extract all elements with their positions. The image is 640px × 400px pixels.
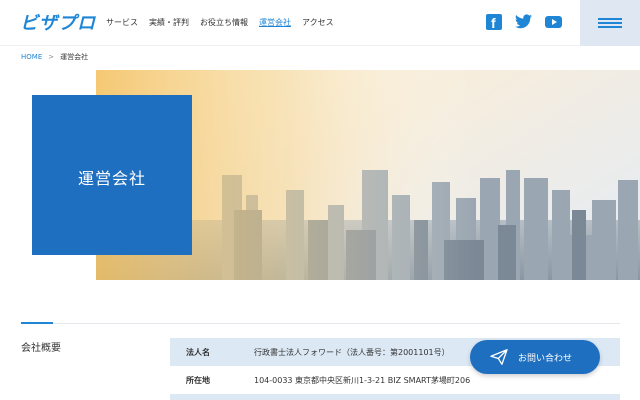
section-title: 会社概要 [21, 343, 61, 354]
section-accent-line [21, 322, 53, 324]
breadcrumb-separator: > [48, 53, 55, 61]
breadcrumb-home-link[interactable]: HOME [21, 53, 42, 61]
nav-item-access[interactable]: アクセス [302, 17, 334, 28]
row-label: 所在地 [186, 375, 210, 385]
site-logo[interactable]: ビザプロ [20, 9, 96, 35]
hero-title-box: 運営会社 [32, 95, 192, 255]
contact-button[interactable]: お問い合わせ [470, 340, 600, 374]
youtube-icon[interactable] [545, 16, 562, 28]
nav-item-company[interactable]: 運営会社 [259, 17, 291, 28]
paper-plane-icon [490, 349, 508, 365]
table-row [170, 394, 620, 400]
nav-item-services[interactable]: サービス [106, 17, 138, 28]
nav-item-results[interactable]: 実績・評判 [149, 17, 189, 28]
contact-button-label: お問い合わせ [518, 354, 573, 364]
breadcrumb: HOME > 運営会社 [21, 52, 88, 62]
row-value: 行政書士法人フォワード（法人番号：第2001101号） [254, 347, 450, 357]
breadcrumb-current: 運営会社 [60, 53, 89, 61]
site-header: ビザプロ サービス 実績・評判 お役立ち情報 運営会社 アクセス f [0, 0, 640, 46]
row-label: 法人名 [186, 347, 210, 357]
hamburger-menu-button[interactable] [580, 0, 640, 46]
twitter-icon[interactable] [515, 14, 532, 29]
row-value: 104-0033 東京都中央区新川1-3-21 BIZ SMART茅場町206 [254, 375, 471, 385]
main-nav: サービス 実績・評判 お役立ち情報 運営会社 アクセス [106, 17, 334, 28]
page-title: 運営会社 [77, 169, 146, 188]
section-divider [53, 323, 620, 324]
facebook-icon[interactable]: f [486, 14, 502, 31]
nav-item-useful-info[interactable]: お役立ち情報 [200, 17, 248, 28]
